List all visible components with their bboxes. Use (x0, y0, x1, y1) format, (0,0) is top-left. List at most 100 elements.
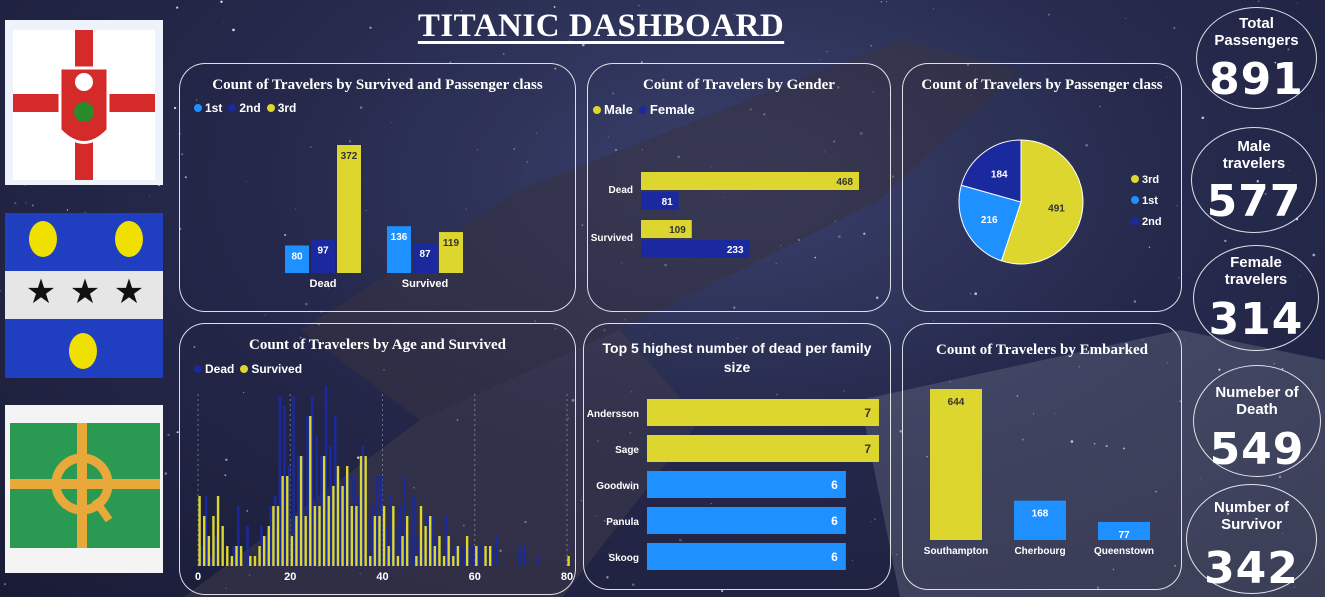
bar (647, 435, 879, 462)
bar (198, 496, 201, 566)
bar (322, 456, 326, 566)
bar (465, 536, 469, 566)
data-label: 168 (1032, 509, 1049, 520)
category-label: Skoog (608, 553, 639, 564)
bar (226, 546, 229, 566)
bar (350, 506, 354, 566)
bar (382, 506, 386, 566)
legend-label: 1st (1142, 195, 1158, 207)
pclass-panel: Count of Travelers by Passenger class 49… (902, 63, 1182, 312)
bar (405, 516, 409, 566)
bar (212, 516, 215, 566)
bar (346, 466, 349, 566)
bar (442, 556, 446, 566)
bar (336, 466, 340, 566)
tick-label: 80 (561, 571, 573, 583)
bar (355, 506, 358, 566)
data-label: 119 (443, 238, 460, 249)
bar (647, 471, 846, 498)
kpi-value: 342 (1204, 543, 1299, 594)
data-label: 7 (864, 406, 871, 420)
survived-class-chart: 80 97 372 Dead 136 87 119 Survived (285, 145, 463, 290)
kpi-label: Numeber of Death (1215, 384, 1299, 418)
tick-label: 40 (376, 571, 388, 583)
legend-swatch (1131, 175, 1139, 183)
cherbourg-flag: ★ ★ ★ (5, 213, 163, 378)
gender-chart: Dead 468 81 Survived 109 233 (591, 172, 859, 258)
bar (424, 526, 427, 566)
data-label: 97 (317, 246, 329, 257)
bar (415, 556, 418, 566)
bar (286, 476, 289, 566)
bar (1014, 500, 1066, 540)
data-label: 6 (831, 550, 838, 564)
svg-text:★: ★ (114, 273, 144, 311)
data-label: 216 (981, 215, 998, 226)
bar (207, 536, 211, 566)
legend-swatch (1131, 196, 1139, 204)
bar (364, 456, 367, 566)
page-title: TITANIC DASHBOARD (417, 8, 785, 44)
bar (230, 556, 234, 566)
category-label: Andersson (587, 409, 639, 420)
kpi-male-travelers: Male travelers 577 (1191, 127, 1317, 233)
legend-label: 3rd (1142, 174, 1159, 186)
pclass-pie-chart: 491 216 184 3rd 1st 2nd (958, 139, 1162, 265)
category-label: Queenstown (1094, 546, 1154, 557)
bar (249, 556, 252, 566)
family-chart: Andersson 7 Sage 7 Goodwin 6 Panula 6 Skoog 6 (587, 399, 879, 570)
bar (447, 536, 450, 566)
bar (647, 399, 879, 426)
bar (392, 506, 395, 566)
kpi-label: Number of Survivor (1214, 499, 1289, 533)
bar (309, 416, 312, 566)
bar (481, 546, 484, 566)
bar (313, 506, 317, 566)
embarked-panel: Count of Travelers by Embarked 644 Southa… (902, 323, 1182, 590)
bar (641, 192, 679, 210)
bar (412, 496, 415, 566)
category-label: Sage (615, 445, 639, 456)
bar (359, 456, 363, 566)
bar (419, 506, 423, 566)
data-label: 80 (291, 251, 303, 262)
bar (523, 546, 526, 566)
data-label: 7 (864, 442, 871, 456)
bar (433, 546, 437, 566)
data-label: 468 (836, 177, 853, 188)
bar (463, 546, 466, 566)
data-label: 184 (991, 169, 1008, 180)
kpi-label: Female travelers (1224, 254, 1288, 288)
data-label: 372 (341, 151, 358, 162)
bar (299, 456, 303, 566)
queenstown-flag (5, 405, 163, 573)
category-label: Dead (310, 278, 337, 290)
bar (567, 556, 570, 566)
bar (488, 546, 492, 566)
category-label: Southampton (924, 546, 988, 557)
bar (472, 546, 475, 566)
category-label: Panula (606, 517, 639, 528)
data-label: 136 (391, 232, 408, 243)
kpi-number-of-death: Numeber of Death 549 (1193, 365, 1321, 477)
category-label: Survived (591, 233, 633, 244)
svg-text:★: ★ (70, 273, 100, 311)
bar (369, 556, 372, 566)
gender-panel: Count of Travelers by Gender Male Female… (587, 63, 891, 312)
age-panel: Count of Travelers by Age and Survived D… (179, 323, 576, 595)
bar (641, 172, 859, 190)
category-label: Goodwin (596, 481, 639, 492)
embarked-chart: 644 Southampton 168 Cherbourg 77 Queenstown (924, 389, 1154, 557)
bar (203, 516, 206, 566)
family-panel: Top 5 highest number of dead per family … (583, 323, 891, 590)
legend-label: 2nd (1142, 216, 1162, 228)
bar (396, 556, 400, 566)
bar (262, 536, 266, 566)
category-label: Survived (402, 278, 448, 290)
data-label: 87 (419, 249, 431, 260)
kpi-value: 314 (1208, 294, 1304, 345)
svg-text:★: ★ (26, 273, 56, 311)
bar (536, 556, 540, 566)
bar (253, 556, 257, 566)
kpi-value: 577 (1206, 176, 1302, 227)
